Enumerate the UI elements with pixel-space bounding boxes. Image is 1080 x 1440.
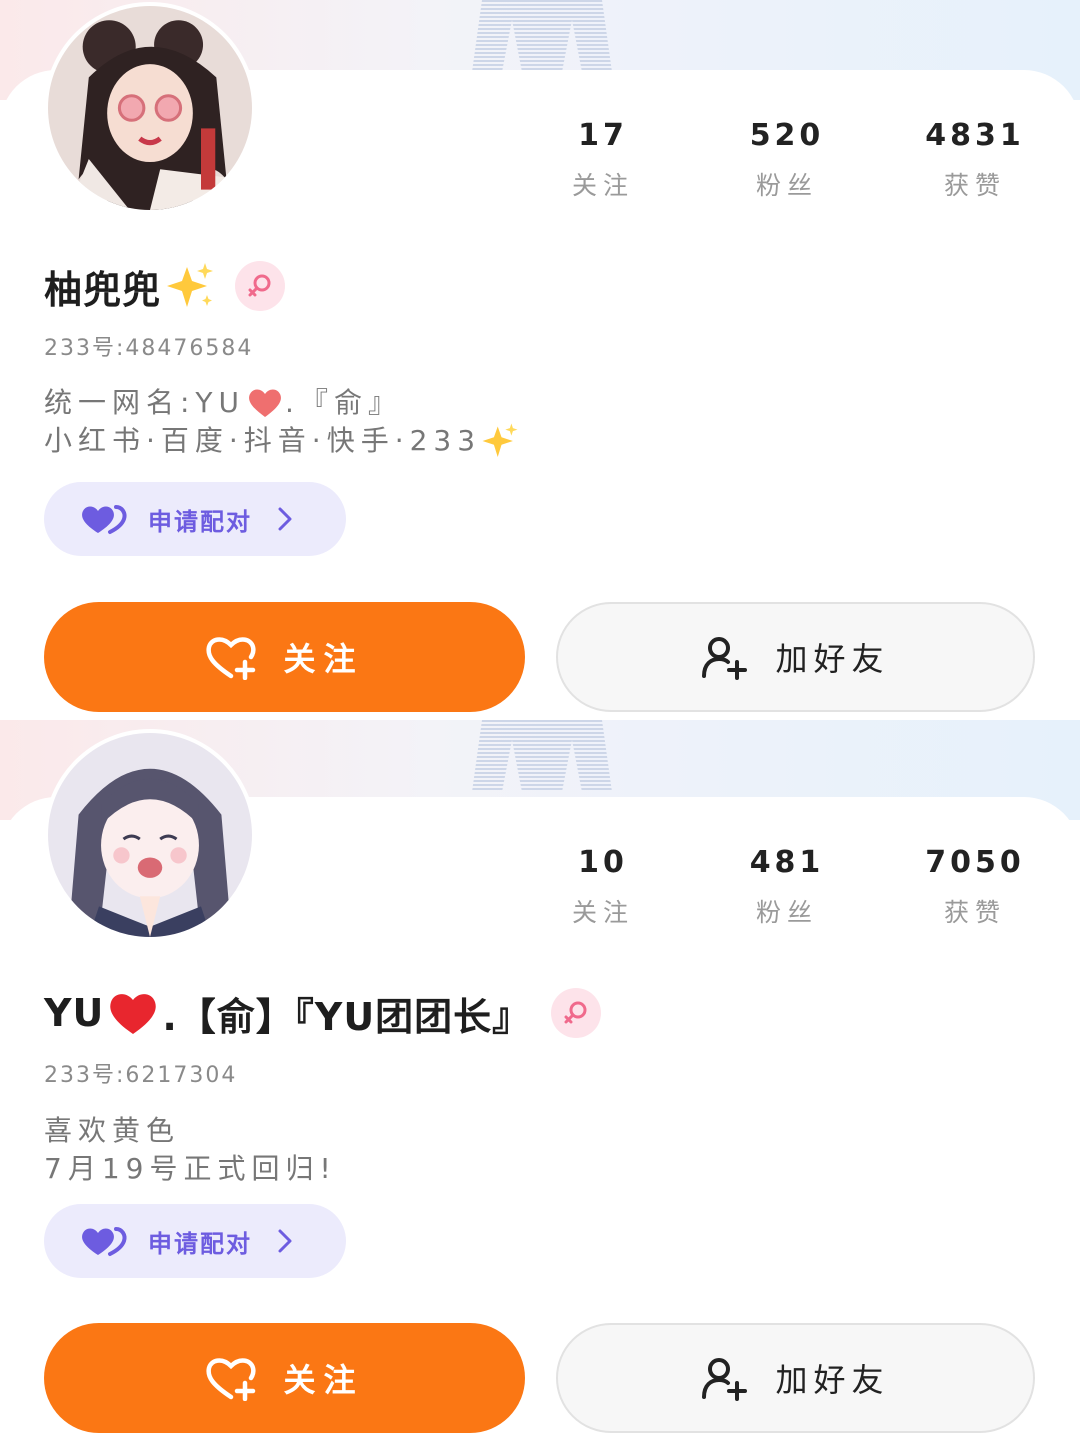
bio-line: 喜欢黄色: [44, 1114, 181, 1147]
gender-badge: [551, 988, 602, 1038]
username-suffix: .【俞】『YU团团长』: [162, 994, 532, 1039]
banner-figure-icon: [472, 720, 612, 792]
stat-likes[interactable]: 7050 获赞: [905, 843, 1045, 929]
profile-panel-2: 10 关注 481 粉丝 7050 获赞 YU .【俞】『YU团团长』 233号…: [0, 720, 1080, 1440]
add-user-icon: [702, 1358, 748, 1401]
user-id: 233号:48476584: [44, 336, 254, 361]
follow-button-label: 关注: [283, 640, 364, 678]
bio-text: .『俞』: [285, 386, 402, 419]
stat-label: 获赞: [943, 171, 1006, 200]
female-icon: [248, 274, 271, 297]
apply-pair-button[interactable]: 申请配对: [44, 1204, 346, 1278]
username-prefix: YU: [44, 991, 105, 1035]
stat-following[interactable]: 10 关注: [533, 843, 673, 929]
bio-line: 小红书·百度·抖音·快手·233: [44, 422, 519, 460]
stats-row: 17 关注 520 粉丝 4831 获赞: [0, 116, 1080, 216]
sparkles-icon: [482, 423, 518, 457]
stat-value: 10: [578, 845, 628, 880]
stat-value: 4831: [925, 118, 1025, 153]
stat-fans[interactable]: 481 粉丝: [717, 843, 857, 929]
profile-panel-1: 17 关注 520 粉丝 4831 获赞 柚兜兜 233号:48476584 统: [0, 0, 1080, 720]
stat-value: 520: [749, 118, 825, 153]
username: 柚兜兜: [44, 267, 162, 312]
follow-button-label: 关注: [283, 1361, 364, 1399]
user-id: 233号:6217304: [44, 1063, 238, 1088]
follow-button[interactable]: 关注: [44, 602, 525, 712]
add-friend-button[interactable]: 加好友: [556, 602, 1035, 712]
stat-label: 关注: [571, 171, 634, 200]
bio-text: 统一网名:YU: [44, 386, 246, 419]
stat-fans[interactable]: 520 粉丝: [717, 116, 857, 202]
stat-label: 粉丝: [755, 171, 818, 200]
add-friend-button[interactable]: 加好友: [556, 1323, 1035, 1433]
stat-value: 7050: [925, 845, 1025, 880]
heart-plus-icon: [206, 637, 257, 680]
bio-line: 7月19号正式回归!: [44, 1152, 337, 1185]
bio-text: 小红书·百度·抖音·快手·233: [44, 424, 482, 457]
stat-likes[interactable]: 4831 获赞: [905, 116, 1045, 202]
add-friend-button-label: 加好友: [775, 1361, 890, 1399]
banner-figure-icon: [472, 0, 612, 72]
apply-pair-button[interactable]: 申请配对: [44, 482, 346, 556]
stat-value: 17: [578, 118, 628, 153]
stat-label: 获赞: [943, 898, 1006, 927]
add-friend-button-label: 加好友: [775, 640, 890, 678]
heart-icon: [110, 994, 157, 1034]
stat-following[interactable]: 17 关注: [533, 116, 673, 202]
double-heart-icon: [82, 1227, 127, 1256]
pair-button-label: 申请配对: [148, 1229, 252, 1258]
heart-plus-icon: [206, 1358, 257, 1401]
sparkles-icon: [167, 263, 214, 307]
bio: 统一网名:YU .『俞』 小红书·百度·抖音·快手·233: [44, 384, 519, 460]
bio: 喜欢黄色 7月19号正式回归!: [44, 1112, 337, 1188]
chevron-right-icon: [278, 507, 292, 531]
stat-label: 关注: [571, 898, 634, 927]
double-heart-icon: [82, 505, 127, 534]
stats-row: 10 关注 481 粉丝 7050 获赞: [0, 843, 1080, 943]
stat-value: 481: [749, 845, 825, 880]
follow-button[interactable]: 关注: [44, 1323, 525, 1433]
add-user-icon: [702, 637, 748, 680]
name-row: YU .【俞】『YU团团长』: [44, 985, 602, 1041]
bio-line: 统一网名:YU .『俞』: [44, 384, 519, 422]
female-icon: [564, 1001, 587, 1024]
chevron-right-icon: [278, 1229, 292, 1253]
gender-badge: [235, 261, 286, 311]
pair-button-label: 申请配对: [148, 507, 252, 536]
name-row: 柚兜兜: [44, 258, 286, 314]
heart-icon: [249, 389, 281, 417]
stat-label: 粉丝: [755, 898, 818, 927]
